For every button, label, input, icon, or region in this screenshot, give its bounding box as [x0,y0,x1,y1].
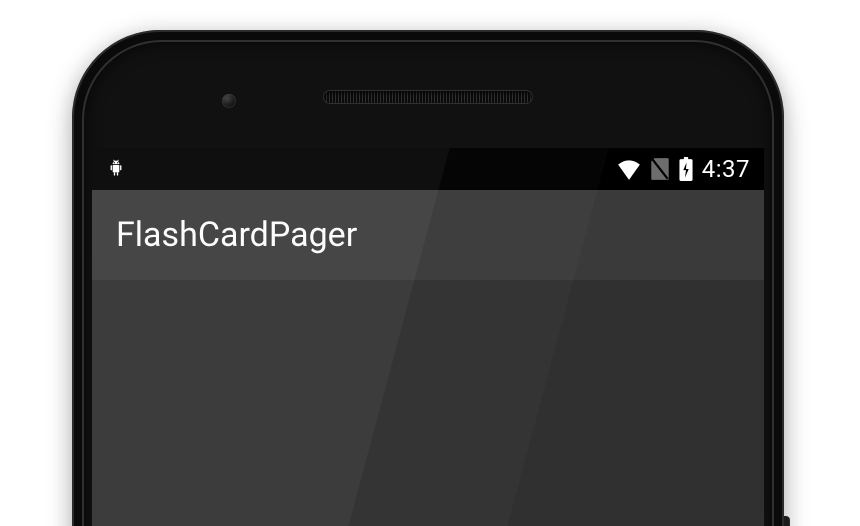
device-frame: 4:37 FlashCardPager [72,30,784,526]
battery-charging-icon [678,157,694,181]
no-sim-icon [650,157,670,181]
status-bar[interactable]: 4:37 [92,148,764,190]
app-title: FlashCardPager [116,215,357,255]
action-bar: FlashCardPager [92,190,764,280]
earpiece [323,90,533,104]
status-clock: 4:37 [702,155,750,183]
app-content[interactable] [92,280,764,526]
wifi-icon [616,158,642,180]
power-button[interactable] [784,516,790,526]
android-debug-icon [106,159,126,179]
screen: 4:37 FlashCardPager [92,148,764,526]
front-camera [222,94,236,108]
